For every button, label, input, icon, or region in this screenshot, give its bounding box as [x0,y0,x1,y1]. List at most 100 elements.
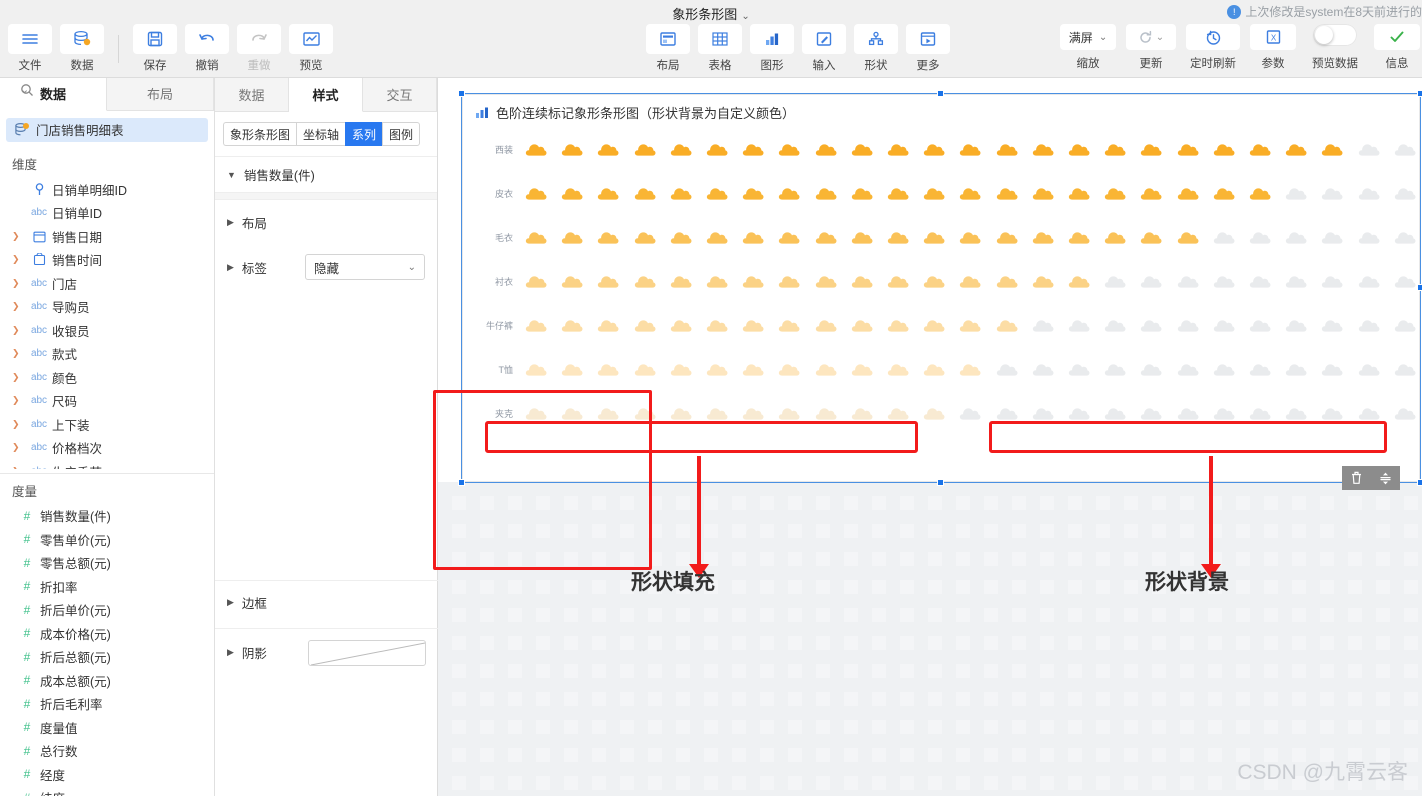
expand-chevron-icon[interactable]: ❯ [12,278,26,289]
refresh-control[interactable]: ⌄ 更新 [1126,24,1176,71]
layout-section-row[interactable]: ▶ 布局 [215,200,437,244]
measure-item[interactable]: # 成本总额(元) [0,669,214,693]
expand-chevron-icon[interactable]: ❯ [12,419,26,430]
dimension-item[interactable]: ❯ abc 门店 [0,271,214,295]
resize-handle[interactable] [458,479,465,486]
tab-settings-style[interactable]: 样式 [289,78,363,112]
resize-handle[interactable] [1417,90,1422,97]
undo-button[interactable]: 撤销 [185,24,229,73]
chevron-down-icon[interactable]: ⌄ [20,83,42,100]
chevron-right-icon[interactable]: ▶ [227,647,234,658]
measure-item[interactable]: # 销售数量(件) [0,504,214,528]
zoom-control[interactable]: 满屏 ⌄ 缩放 [1060,24,1116,71]
redo-button[interactable]: 重做 [237,24,281,73]
dimension-item[interactable]: abc 日销单ID [0,201,214,225]
chart-mark-icon [996,272,1018,289]
measure-item[interactable]: # 总行数 [0,739,214,763]
dimension-item[interactable]: ❯ abc 收银员 [0,318,214,342]
chart-mark-icon [1140,228,1162,245]
resize-handle[interactable] [937,90,944,97]
dimension-item[interactable]: ❯ abc 生产季节 [0,459,214,470]
series-name-row[interactable]: ▼ 销售数量(件) [215,156,437,192]
expand-chevron-icon[interactable]: ❯ [12,442,26,453]
expand-chevron-icon[interactable]: ❯ [12,301,26,312]
measure-item[interactable]: # 折后毛利率 [0,692,214,716]
dimension-list: 日销单明细ID abc 日销单ID ❯ 销售日期 ❯ 销售时间 ❯ abc 门店 ❯ abc 导购员 ❯ a… [0,177,214,469]
shape-button[interactable]: 形状 [854,24,898,73]
document-title-area[interactable]: 象形条形图 ⌄ [672,4,749,23]
tab-data[interactable]: 数据 [0,78,107,111]
parameter-control[interactable]: X 参数 [1250,24,1296,71]
measure-item[interactable]: # 纬度 [0,786,214,796]
chart-card[interactable]: 色阶连续标记象形条形图（形状背景为自定义颜色） 西装 皮衣 毛衣 衬衣 牛仔裤 T恤 夹克 [462,94,1420,482]
chevron-down-icon[interactable]: ⌄ [1156,32,1164,43]
info-control[interactable]: 信息 [1374,24,1420,71]
schedule-refresh-button[interactable] [1186,24,1240,50]
input-button[interactable]: 输入 [802,24,846,73]
resize-handle[interactable] [1417,479,1422,486]
resize-handle[interactable] [937,479,944,486]
expand-chevron-icon[interactable]: ❯ [12,348,26,359]
chevron-right-icon[interactable]: ▶ [227,262,234,273]
tab-settings-data[interactable]: 数据 [215,78,289,111]
preview-button[interactable]: 预览 [289,24,333,73]
style-segment-item[interactable]: 图例 [382,122,421,146]
parameter-button[interactable]: X [1250,24,1296,50]
more-button[interactable]: 更多 [906,24,950,73]
measure-item[interactable]: # 折后总额(元) [0,645,214,669]
shadow-preview[interactable] [308,639,426,666]
tab-settings-interaction[interactable]: 交互 [363,78,437,111]
chart-mark-icon [815,184,837,201]
expand-chevron-icon[interactable]: ❯ [12,325,26,336]
dataset-item[interactable]: 门店销售明细表 [6,117,208,143]
dimension-item[interactable]: ❯ abc 上下装 [0,412,214,436]
measure-item[interactable]: # 度量值 [0,716,214,740]
measure-item[interactable]: # 成本价格(元) [0,622,214,646]
save-button[interactable]: 保存 [133,24,177,73]
expand-chevron-icon[interactable]: ❯ [12,254,26,265]
style-segment-item[interactable]: 坐标轴 [296,122,346,146]
tab-layout[interactable]: 布局 [107,78,214,110]
dimension-item[interactable]: 日销单明细ID [0,177,214,201]
label-mode-select[interactable]: 隐藏 ⌄ [305,254,425,280]
dimension-item[interactable]: ❯ abc 导购员 [0,295,214,319]
refresh-split-button[interactable]: ⌄ [1126,24,1176,50]
zoom-select[interactable]: 满屏 ⌄ [1060,24,1116,50]
style-segment-item[interactable]: 象形条形图 [223,122,297,146]
style-segment-group: 象形条形图 坐标轴 系列 图例 [223,122,429,146]
table-button[interactable]: 表格 [698,24,742,73]
chart-mark-icon [670,272,692,289]
measure-item[interactable]: # 折后单价(元) [0,598,214,622]
layout-button[interactable]: 布局 [646,24,690,73]
style-segment-active[interactable]: 系列 [345,122,383,146]
expand-chevron-icon[interactable]: ❯ [12,466,26,470]
expand-chevron-icon[interactable]: ❯ [12,231,26,242]
chart-mark-icon [1394,228,1416,245]
file-button[interactable]: 文件 [8,24,52,73]
measure-item[interactable]: # 经度 [0,763,214,787]
expand-chevron-icon[interactable]: ❯ [12,395,26,406]
chevron-down-icon[interactable]: ⌄ [741,11,749,22]
info-button[interactable] [1374,24,1420,50]
dimension-item[interactable]: ❯ abc 颜色 [0,365,214,389]
preview-data-toggle[interactable] [1313,24,1357,46]
schedule-refresh-control[interactable]: 定时刷新 [1186,24,1240,71]
resize-handle[interactable] [458,90,465,97]
data-button[interactable]: 数据 [60,24,104,73]
report-canvas[interactable]: 色阶连续标记象形条形图（形状背景为自定义颜色） 西装 皮衣 毛衣 衬衣 牛仔裤 T恤 夹克 … [438,78,1422,796]
measure-item[interactable]: # 零售总额(元) [0,551,214,575]
preview-data-control[interactable]: 预览数据 [1306,24,1364,71]
expand-chevron-icon[interactable]: ❯ [12,372,26,383]
dimension-item[interactable]: ❯ abc 价格档次 [0,436,214,460]
chart-button[interactable]: 图形 [750,24,794,73]
dimension-item[interactable]: ❯ 销售时间 [0,248,214,272]
dimension-item-label: 上下装 [52,418,90,433]
dimension-item[interactable]: ❯ abc 尺码 [0,389,214,413]
resize-handle[interactable] [1417,284,1422,291]
dimension-item[interactable]: ❯ 销售日期 [0,224,214,248]
chart-mark-icon [1321,316,1343,333]
dimension-item[interactable]: ❯ abc 款式 [0,342,214,366]
measure-item[interactable]: # 零售单价(元) [0,528,214,552]
border-section-row[interactable]: ▶ 边框 [215,580,438,624]
measure-item[interactable]: # 折扣率 [0,575,214,599]
